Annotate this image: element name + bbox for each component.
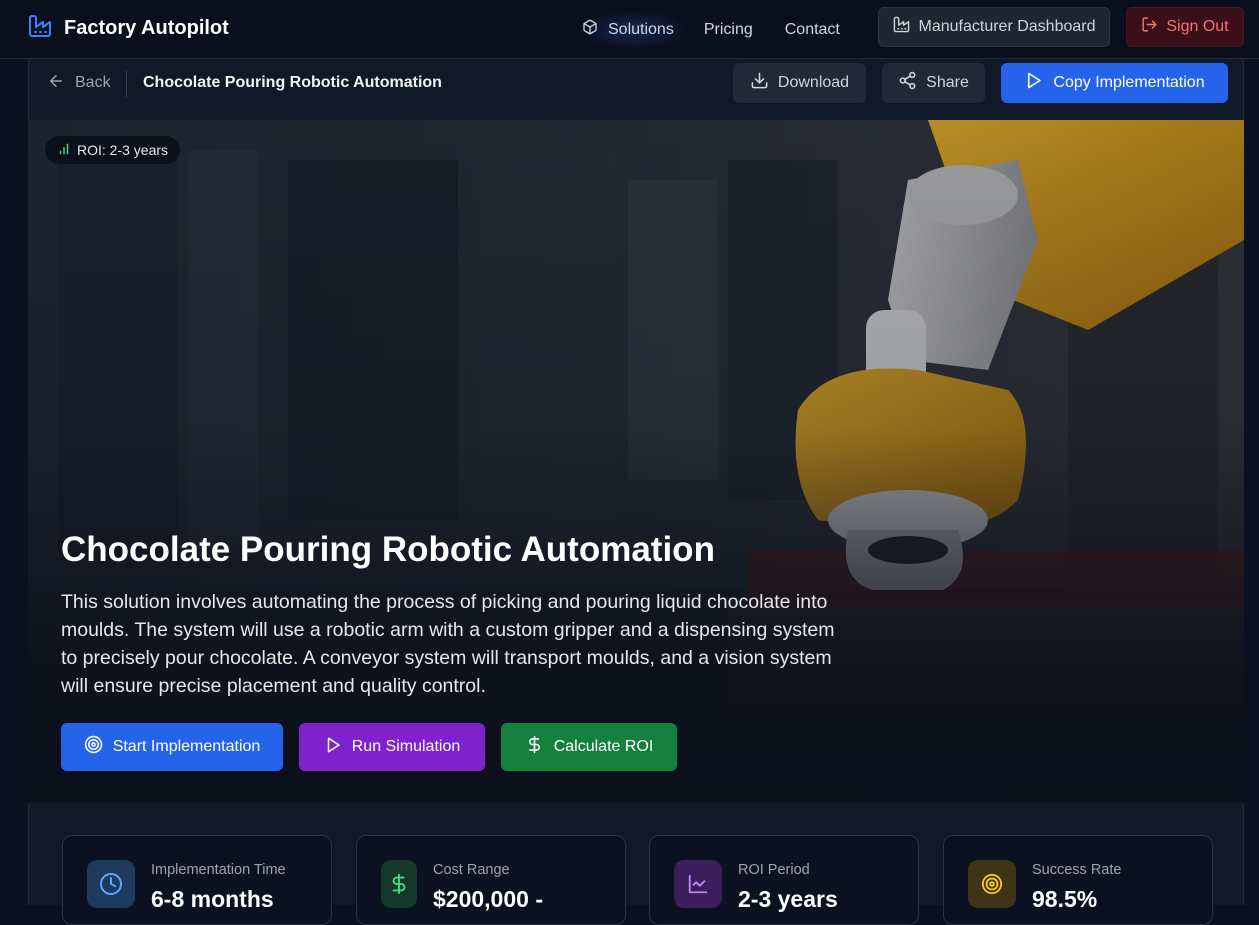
factory-icon	[28, 14, 52, 43]
clock-icon	[87, 860, 135, 908]
nav-pricing[interactable]: Pricing	[688, 10, 769, 50]
run-simulation-button[interactable]: Run Simulation	[299, 723, 485, 771]
top-navigation: Factory Autopilot Solutions Pricing Cont…	[0, 0, 1259, 59]
nav-links: Solutions Pricing Contact	[578, 0, 856, 59]
calculate-roi-button[interactable]: Calculate ROI	[501, 723, 677, 771]
sign-out-label: Sign Out	[1166, 18, 1229, 35]
download-button[interactable]: Download	[733, 63, 866, 103]
nav-contact-label: Contact	[784, 20, 840, 38]
dashboard-label: Manufacturer Dashboard	[918, 18, 1096, 35]
stat-card-cost-range: Cost Range $200,000 -	[356, 835, 626, 925]
calculate-roi-label: Calculate ROI	[553, 738, 654, 755]
target-icon	[84, 735, 103, 759]
box-icon	[582, 19, 598, 40]
manufacturer-dashboard-button[interactable]: Manufacturer Dashboard	[878, 7, 1110, 47]
hero-description: This solution involves automating the pr…	[61, 591, 835, 697]
stat-value: 2-3 years	[738, 886, 838, 912]
brand[interactable]: Factory Autopilot	[28, 14, 229, 43]
stat-label: Cost Range	[433, 862, 510, 878]
dollar-icon	[381, 860, 417, 908]
factory-icon	[893, 16, 910, 38]
arrow-left-icon	[47, 72, 65, 95]
stat-card-implementation-time: Implementation Time 6-8 months	[62, 835, 332, 925]
stat-value: $200,000 -	[433, 886, 543, 912]
hero-title: Chocolate Pouring Robotic Automation	[61, 530, 715, 569]
nav-contact[interactable]: Contact	[769, 10, 856, 50]
stat-card-roi-period: ROI Period 2-3 years	[649, 835, 919, 925]
divider	[126, 71, 127, 97]
roi-badge-label: ROI: 2-3 years	[77, 142, 169, 158]
brand-name: Factory Autopilot	[64, 17, 229, 39]
stat-value: 6-8 months	[151, 886, 274, 912]
stat-label: Implementation Time	[151, 862, 286, 878]
hero-section: ROI: 2-3 years Chocolate Pouring Robotic…	[28, 120, 1244, 803]
run-simulation-label: Run Simulation	[351, 738, 461, 755]
nav-pricing-label: Pricing	[703, 20, 753, 38]
start-implementation-label: Start Implementation	[112, 738, 261, 755]
start-implementation-button[interactable]: Start Implementation	[61, 723, 283, 771]
back-button[interactable]: Back	[47, 71, 111, 95]
download-icon	[750, 71, 769, 95]
stat-card-success-rate: Success Rate 98.5%	[943, 835, 1213, 925]
log-out-icon	[1141, 16, 1158, 38]
download-label: Download	[777, 74, 850, 91]
stat-label: Success Rate	[1032, 862, 1122, 878]
stat-label: ROI Period	[738, 862, 810, 878]
play-icon	[324, 736, 342, 759]
copy-implementation-button[interactable]: Copy Implementation	[1001, 63, 1228, 103]
share-button[interactable]: Share	[882, 63, 985, 103]
roi-badge: ROI: 2-3 years	[45, 136, 181, 164]
share-icon	[898, 71, 917, 95]
back-label: Back	[75, 74, 111, 91]
share-label: Share	[926, 74, 969, 91]
sign-out-button[interactable]: Sign Out	[1126, 7, 1244, 47]
stats-section: Implementation Time 6-8 months Cost Rang…	[28, 803, 1244, 925]
solution-header: Back Chocolate Pouring Robotic Automatio…	[28, 59, 1244, 120]
stat-value: 98.5%	[1032, 886, 1098, 912]
bar-chart-icon	[57, 142, 71, 159]
nav-solutions-label: Solutions	[608, 20, 674, 38]
chart-line-icon	[674, 860, 722, 908]
page-title: Chocolate Pouring Robotic Automation	[143, 74, 442, 91]
hero-overlay	[28, 120, 1244, 803]
play-icon	[1024, 71, 1043, 95]
copy-implementation-label: Copy Implementation	[1053, 74, 1205, 91]
target-icon	[968, 860, 1016, 908]
nav-solutions[interactable]: Solutions	[578, 9, 688, 50]
dollar-icon	[525, 735, 544, 759]
